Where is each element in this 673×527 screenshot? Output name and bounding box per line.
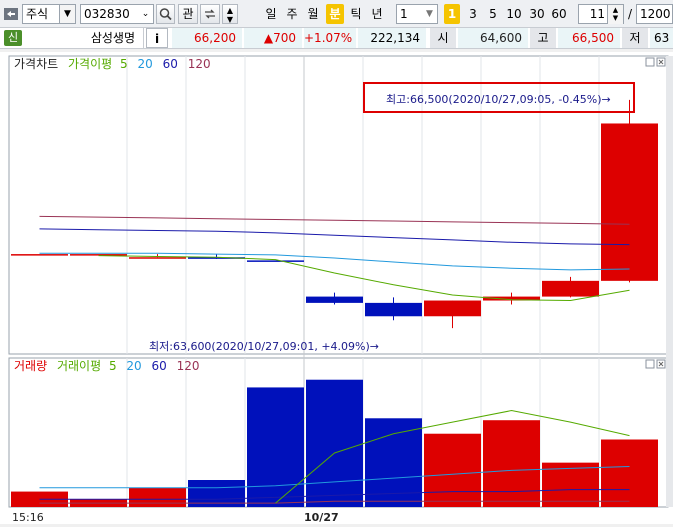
watchlist-button[interactable]: 관: [178, 4, 198, 24]
tab-period-week[interactable]: 주: [283, 4, 301, 24]
volume-bar[interactable]: [247, 387, 304, 507]
stock-code-input[interactable]: 032830 ⌄: [80, 4, 154, 24]
chevron-down-icon: ▼: [422, 5, 437, 23]
low-price-annotation: 최저:63,600(2020/10/27,09:01, +4.09%)→: [149, 340, 379, 353]
time-label-date: 10/27: [304, 511, 339, 524]
count-separator: /: [627, 7, 633, 21]
interval-button-60[interactable]: 60: [548, 4, 570, 24]
stock-code-value: 032830: [84, 7, 130, 21]
interval-button-10[interactable]: 10: [503, 4, 525, 24]
candle-body[interactable]: [70, 254, 127, 256]
high-label: 고: [530, 28, 556, 48]
scroll-stepper[interactable]: ▲ ▼: [222, 4, 238, 24]
time-label-start: 15:16: [12, 511, 44, 524]
interval-button-30[interactable]: 30: [526, 4, 548, 24]
volume-bar[interactable]: [483, 420, 540, 507]
candle-body[interactable]: [424, 300, 481, 317]
pin-icon[interactable]: [3, 6, 19, 22]
repeat-icon: [205, 9, 215, 19]
candle-body[interactable]: [365, 302, 422, 317]
interval-value: 1: [400, 7, 408, 21]
high-price: 66,500: [558, 28, 620, 48]
low-label: 저: [622, 28, 648, 48]
candlestick-chart[interactable]: 가격차트 가격이평 5 20 60 120 최고:66,500(2020/10/…: [0, 52, 673, 524]
candle-body[interactable]: [306, 296, 363, 303]
candle-body[interactable]: [129, 257, 186, 259]
interval-button-5[interactable]: 5: [485, 4, 501, 24]
market-type-value: 주식: [26, 7, 49, 21]
search-icon: [159, 8, 172, 21]
tab-period-year[interactable]: 년: [368, 4, 386, 24]
legend-ma20: 20: [126, 359, 141, 373]
spin-arrows-icon: ▲ ▼: [607, 5, 623, 24]
legend-ma60: 60: [152, 359, 167, 373]
legend-title: 가격차트: [14, 57, 58, 71]
count-stepper[interactable]: 11 ▲ ▼: [578, 4, 624, 24]
volume-bar[interactable]: [424, 433, 481, 507]
legend-ma-label: 거래이평: [57, 359, 101, 373]
legend-ma60: 60: [163, 57, 178, 71]
volume-bar[interactable]: [601, 439, 658, 508]
tab-period-day[interactable]: 일: [262, 4, 280, 24]
search-button[interactable]: [156, 4, 175, 24]
tab-period-tick[interactable]: 틱: [347, 4, 365, 24]
market-type-select[interactable]: 주식 ▼: [22, 4, 76, 24]
volume-bar[interactable]: [306, 379, 363, 507]
price-legend: 가격차트 가격이평 5 20 60 120: [14, 57, 211, 71]
high-price-annotation: 최고:66,500(2020/10/27,09:05, -0.45%)→: [386, 93, 611, 106]
interval-select[interactable]: 1 ▼: [396, 4, 438, 24]
candle-body[interactable]: [601, 123, 658, 281]
legend-ma5: 5: [109, 359, 117, 373]
open-label: 시: [430, 28, 456, 48]
interval-button-3[interactable]: 3: [465, 4, 481, 24]
open-price: 64,600: [458, 28, 528, 48]
interval-button-1[interactable]: 1: [444, 4, 460, 24]
current-price: 66,200: [172, 28, 242, 48]
total-count-value: 1200: [640, 7, 671, 21]
volume-bar[interactable]: [129, 487, 186, 507]
vertical-scrollbar[interactable]: [666, 56, 673, 507]
trade-volume: 222,134: [358, 28, 426, 48]
legend-title: 거래량: [14, 359, 47, 373]
change-percent: +1.07%: [304, 28, 356, 48]
legend-ma120: 120: [188, 57, 211, 71]
count-value: 11: [589, 7, 605, 21]
legend-ma-label: 가격이평: [68, 57, 112, 71]
candle-body[interactable]: [542, 280, 599, 297]
legend-ma20: 20: [137, 57, 152, 71]
chevron-down-icon: ▼: [59, 5, 75, 23]
candle-body[interactable]: [11, 254, 68, 256]
new-badge: 신: [4, 30, 22, 46]
chart-toolbar: 주식 ▼ 032830 ⌄ 관 ▲ ▼ 일 주 월 분 틱 년 1 ▼ 1 3 5…: [0, 0, 673, 28]
tab-period-month[interactable]: 월: [304, 4, 322, 24]
chevron-down-icon: ⌄: [138, 5, 153, 23]
chart-area: 가격차트 가격이평 5 20 60 120 최고:66,500(2020/10/…: [0, 52, 673, 524]
low-price-partial: 63: [650, 28, 673, 48]
repeat-button[interactable]: [200, 4, 220, 24]
stock-name: 삼성생명: [26, 28, 144, 48]
legend-ma120: 120: [177, 359, 200, 373]
info-button[interactable]: i: [146, 28, 168, 48]
legend-ma5: 5: [120, 57, 128, 71]
total-count-input[interactable]: 1200: [636, 4, 673, 24]
price-change: ▲700: [244, 28, 302, 48]
stock-info-bar: 신 삼성생명 i 66,200 ▲700 +1.07% 222,134 시 64…: [0, 28, 673, 49]
candle-body[interactable]: [247, 260, 304, 262]
tab-period-minute[interactable]: 분: [326, 4, 344, 24]
